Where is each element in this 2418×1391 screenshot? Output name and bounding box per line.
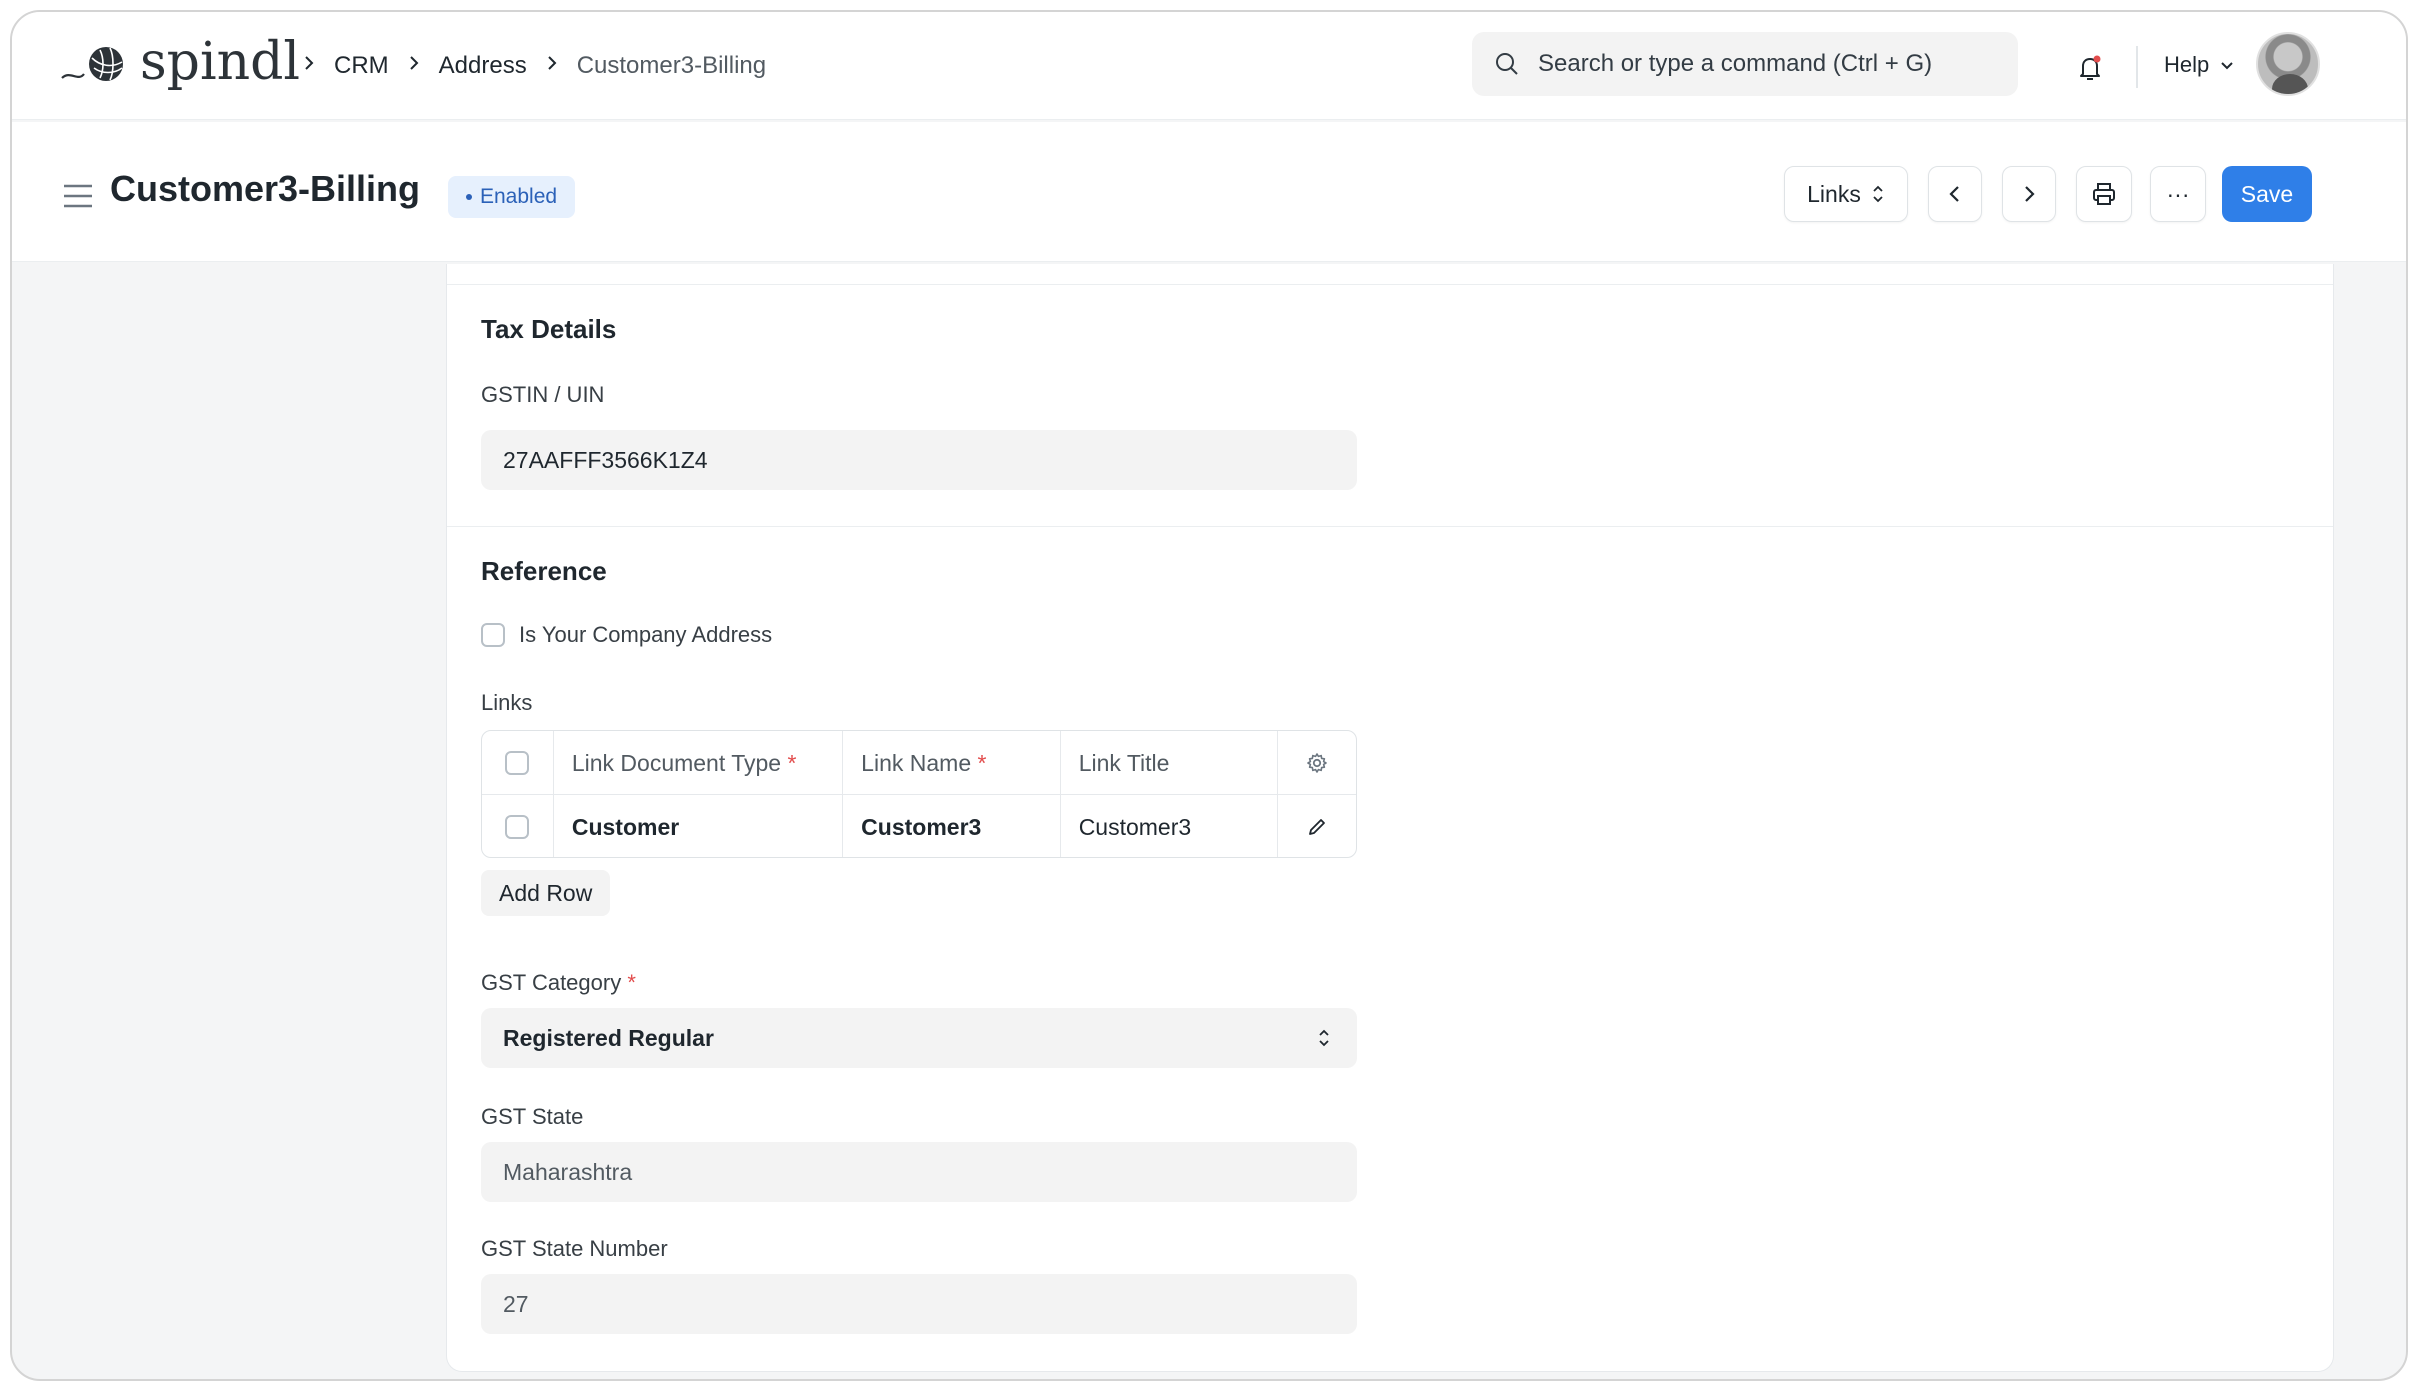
gstin-value: 27AAFFF3566K1Z4 [503, 446, 708, 473]
yarn-ball-icon [61, 47, 123, 81]
print-button[interactable] [2076, 166, 2132, 222]
row-select-cell [482, 795, 554, 857]
help-dropdown[interactable]: Help [2164, 52, 2235, 78]
gst-state-value: Maharashtra [503, 1158, 633, 1185]
search-placeholder: Search or type a command (Ctrl + G) [1538, 50, 1933, 77]
breadcrumb-address[interactable]: Address [439, 52, 527, 80]
notifications-button[interactable] [2074, 52, 2106, 89]
page-header: Customer3-Billing Enabled Links ··· Save [12, 122, 2406, 262]
column-header-link-name: Link Name * [843, 731, 1061, 795]
chevron-right-icon [2025, 186, 2035, 202]
required-marker: * [787, 749, 797, 776]
table-header-row: Link Document Type * Link Name * Link Ti… [482, 731, 1356, 795]
column-settings-cell[interactable] [1278, 731, 1356, 795]
chevron-right-icon [407, 53, 421, 79]
select-all-checkbox[interactable] [505, 751, 530, 775]
gst-state-label: GST State [481, 1104, 584, 1129]
gst-category-value: Registered Regular [503, 1024, 714, 1051]
reference-heading: Reference [481, 556, 607, 586]
company-address-checkbox[interactable] [481, 623, 505, 647]
link-document-type-cell[interactable]: Customer [554, 795, 844, 857]
search-input[interactable]: Search or type a command (Ctrl + G) [1472, 32, 2018, 96]
more-actions-button[interactable]: ··· [2150, 166, 2206, 222]
page-title: Customer3-Billing [110, 168, 421, 209]
links-table: Link Document Type * Link Name * Link Ti… [481, 730, 1357, 858]
chevron-left-icon [1949, 186, 1959, 202]
gst-state-number-field: 27 [481, 1274, 1357, 1334]
chevron-up-down-icon [1319, 1029, 1329, 1047]
logo-text: spindl [140, 32, 301, 92]
required-marker: * [977, 749, 987, 776]
row-checkbox[interactable] [505, 815, 530, 839]
pencil-icon[interactable] [1306, 816, 1328, 838]
column-header-link-title: Link Title [1061, 731, 1279, 795]
sidebar-toggle[interactable] [62, 182, 94, 215]
status-badge: Enabled [448, 176, 576, 218]
gst-state-field: Maharashtra [481, 1142, 1357, 1202]
company-address-label: Is Your Company Address [519, 622, 773, 647]
breadcrumb: CRM Address Customer3-Billing [302, 12, 766, 120]
link-name-cell[interactable]: Customer3 [843, 795, 1061, 857]
section-divider [447, 526, 2333, 527]
gst-category-select[interactable]: Registered Regular [481, 1008, 1357, 1068]
navbar-divider [2136, 46, 2138, 88]
edit-row-cell[interactable] [1278, 795, 1356, 857]
select-all-cell [482, 731, 554, 795]
column-label: Link Document Type [571, 749, 782, 776]
chevron-down-icon [2221, 62, 2233, 70]
next-record-button[interactable] [2002, 166, 2056, 222]
chevron-up-down-icon [1873, 185, 1883, 203]
app-window: spindl CRM Address Customer3-Billing Sea… [10, 10, 2408, 1381]
gstin-label: GSTIN / UIN [481, 382, 605, 407]
more-icon: ··· [2166, 180, 2190, 207]
app-logo[interactable]: spindl [60, 30, 300, 94]
gst-category-label-text: GST Category [481, 970, 622, 995]
links-dropdown-button[interactable]: Links [1784, 166, 1908, 222]
links-label: Links [1807, 180, 1861, 207]
gst-state-number-label: GST State Number [481, 1236, 668, 1261]
menu-icon [64, 184, 92, 208]
chevron-right-icon [302, 53, 316, 79]
company-address-checkbox-row[interactable]: Is Your Company Address [481, 622, 772, 648]
form-card: Tax Details GSTIN / UIN 27AAFFF3566K1Z4 … [446, 264, 2334, 1372]
gst-category-label: GST Category * [481, 970, 636, 996]
printer-icon [2093, 183, 2115, 205]
tax-details-heading: Tax Details [481, 314, 617, 344]
help-label: Help [2164, 52, 2210, 77]
status-label: Enabled [480, 185, 558, 208]
search-icon [1496, 53, 1518, 75]
section-divider [447, 284, 2333, 285]
chevron-right-icon [545, 53, 559, 79]
breadcrumb-current[interactable]: Customer3-Billing [577, 52, 766, 80]
top-navbar: spindl CRM Address Customer3-Billing Sea… [12, 12, 2406, 120]
gstin-field[interactable]: 27AAFFF3566K1Z4 [481, 430, 1357, 490]
add-row-button[interactable]: Add Row [481, 870, 611, 916]
link-title-cell[interactable]: Customer3 [1061, 795, 1279, 857]
avatar[interactable] [2256, 32, 2320, 96]
status-dot-icon [466, 194, 472, 200]
column-label: Link Name [861, 749, 972, 776]
previous-record-button[interactable] [1928, 166, 1982, 222]
column-header-link-document-type: Link Document Type * [554, 731, 844, 795]
required-marker: * [627, 970, 636, 995]
gear-icon[interactable] [1305, 751, 1329, 775]
save-button[interactable]: Save [2222, 166, 2312, 222]
links-table-label: Links [481, 690, 533, 715]
bell-icon [2080, 55, 2101, 80]
column-label: Link Title [1078, 749, 1170, 776]
table-row[interactable]: Customer Customer3 Customer3 [482, 795, 1356, 857]
gst-state-number-value: 27 [503, 1290, 529, 1317]
breadcrumb-crm[interactable]: CRM [334, 52, 389, 80]
